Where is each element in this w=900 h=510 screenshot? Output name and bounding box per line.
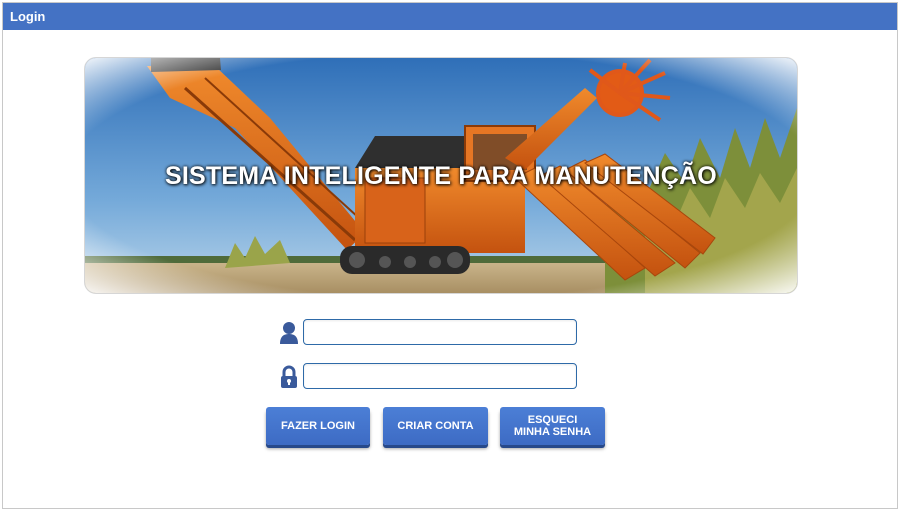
username-input[interactable] (303, 319, 577, 345)
banner-title: SISTEMA INTELIGENTE PARA MANUTENÇÃO (165, 162, 717, 190)
create-account-button-label: CRIAR CONTA (397, 420, 474, 432)
login-button[interactable]: FAZER LOGIN (266, 407, 370, 445)
user-icon (278, 321, 300, 345)
banner: SISTEMA INTELIGENTE PARA MANUTENÇÃO (84, 57, 798, 294)
forgot-password-button[interactable]: ESQUECI MINHA SENHA (500, 407, 605, 445)
window-titlebar: Login (3, 3, 897, 30)
forgot-password-label-line1: ESQUECI (527, 414, 578, 426)
window-title: Login (10, 9, 46, 24)
password-input[interactable] (303, 363, 577, 389)
create-account-button[interactable]: CRIAR CONTA (383, 407, 488, 445)
lock-icon (278, 365, 300, 389)
forgot-password-label-line2: MINHA SENHA (513, 426, 592, 438)
login-button-label: FAZER LOGIN (281, 420, 355, 432)
